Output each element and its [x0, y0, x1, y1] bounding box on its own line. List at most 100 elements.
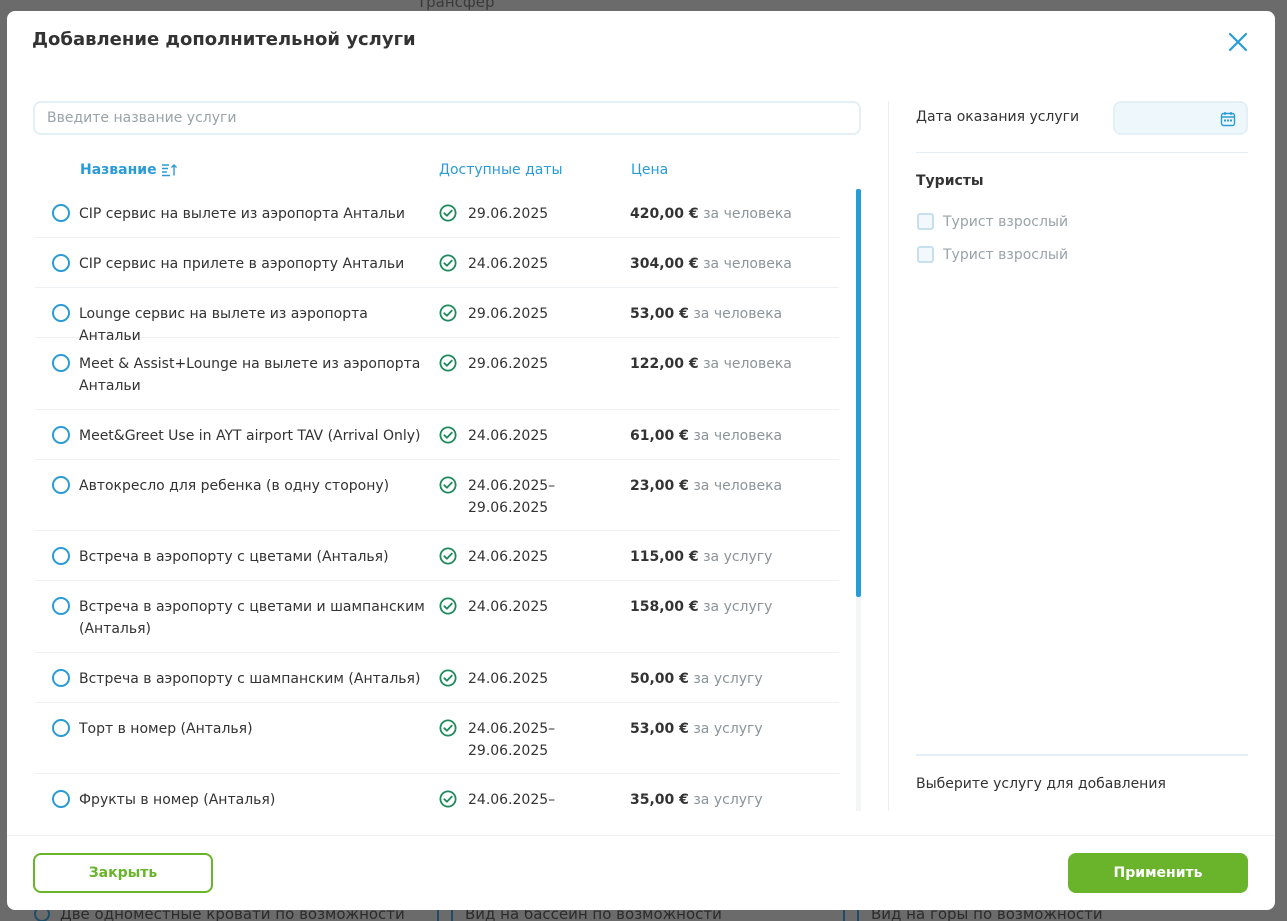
price-unit: за услугу	[693, 721, 763, 737]
service-row[interactable]: Lounge сервис на вылете из аэропорта Ант…	[35, 288, 839, 344]
service-name: Встреча в аэропорту с шампанским (Анталь…	[79, 671, 421, 687]
radio-icon[interactable]	[52, 790, 70, 808]
services-list[interactable]: CIP сервис на вылете из аэропорта Анталь…	[35, 188, 839, 811]
service-dates: 29.06.2025	[468, 356, 549, 372]
price-value: 115,00 €	[630, 549, 699, 565]
service-row[interactable]: CIP сервис на прилете в аэропорту Анталь…	[35, 238, 839, 288]
column-header-name[interactable]: Название	[80, 162, 177, 178]
right-separator-bottom	[916, 754, 1248, 756]
column-header-dates: Доступные даты	[439, 162, 563, 178]
tourist-checkbox-2[interactable]: Турист взрослый	[917, 246, 1068, 263]
price-value: 35,00 €	[630, 792, 689, 808]
tourists-title: Туристы	[916, 173, 984, 189]
tourist-label-1: Турист взрослый	[943, 213, 1069, 230]
modal-title: Добавление дополнительной услуги	[32, 29, 416, 50]
price-value: 61,00 €	[630, 428, 689, 444]
service-name: Торт в номер (Анталья)	[79, 721, 253, 737]
service-row[interactable]: Автокресло для ребенка (в одну сторону) 2…	[35, 460, 839, 531]
radio-icon[interactable]	[52, 597, 70, 615]
close-icon[interactable]	[1227, 31, 1249, 53]
radio-icon[interactable]	[52, 669, 70, 687]
service-row[interactable]: CIP сервис на вылете из аэропорта Анталь…	[35, 188, 839, 238]
radio-icon[interactable]	[52, 254, 70, 272]
column-header-price: Цена	[631, 162, 669, 178]
scrollbar-thumb[interactable]	[856, 189, 861, 597]
check-circle-icon	[439, 476, 457, 494]
price-value: 304,00 €	[630, 256, 699, 272]
service-price: 53,00 € за человека	[630, 303, 782, 325]
price-value: 158,00 €	[630, 599, 699, 615]
footer-separator	[7, 835, 1275, 836]
price-value: 53,00 €	[630, 721, 689, 737]
service-price: 35,00 € за услугу	[630, 789, 763, 811]
checkbox-icon[interactable]	[917, 246, 934, 263]
check-circle-icon	[439, 790, 457, 808]
price-value: 122,00 €	[630, 356, 699, 372]
radio-icon[interactable]	[52, 426, 70, 444]
service-name: Фрукты в номер (Анталья)	[79, 792, 276, 808]
service-name: Автокресло для ребенка (в одну сторону)	[79, 478, 390, 494]
check-circle-icon	[439, 254, 457, 272]
service-row[interactable]: Встреча в аэропорту с цветами и шампанск…	[35, 581, 839, 653]
service-price: 115,00 € за услугу	[630, 546, 772, 568]
check-circle-icon	[439, 204, 457, 222]
service-dates: 24.06.2025	[468, 256, 549, 272]
radio-icon[interactable]	[52, 476, 70, 494]
service-date-picker[interactable]	[1113, 101, 1248, 135]
service-name: Встреча в аэропорту с цветами (Анталья)	[79, 549, 389, 565]
service-search-input[interactable]	[33, 101, 861, 135]
apply-button[interactable]: Применить	[1068, 853, 1248, 893]
checkbox-icon[interactable]	[917, 213, 934, 230]
price-unit: за человека	[703, 206, 792, 222]
check-circle-icon	[439, 547, 457, 565]
service-name: Встреча в аэропорту с цветами и шампанск…	[79, 599, 425, 637]
service-date-label: Дата оказания услуги	[916, 109, 1080, 125]
radio-icon[interactable]	[52, 204, 70, 222]
tourist-checkbox-1[interactable]: Турист взрослый	[917, 213, 1068, 230]
price-unit: за человека	[703, 356, 792, 372]
check-circle-icon	[439, 354, 457, 372]
check-circle-icon	[439, 669, 457, 687]
price-value: 420,00 €	[630, 206, 699, 222]
service-row[interactable]: Торт в номер (Анталья) 24.06.2025–29.06.2…	[35, 703, 839, 774]
radio-icon[interactable]	[52, 304, 70, 322]
price-unit: за человека	[693, 428, 783, 444]
service-price: 53,00 € за услугу	[630, 718, 763, 740]
service-price: 50,00 € за услугу	[630, 668, 763, 690]
price-unit: за человека	[703, 256, 792, 272]
service-row[interactable]: Фрукты в номер (Анталья) 24.06.2025– 35,00…	[35, 774, 839, 811]
service-dates: 24.06.2025–29.06.2025	[468, 721, 556, 759]
check-circle-icon	[439, 426, 457, 444]
service-price: 304,00 € за человека	[630, 253, 792, 275]
calendar-icon	[1220, 112, 1236, 127]
service-price: 122,00 € за человека	[630, 353, 792, 375]
sort-icon[interactable]	[161, 163, 177, 177]
service-price: 23,00 € за человека	[630, 475, 782, 497]
service-name: Meet&Greet Use in AYT airport TAV (Arriv…	[79, 428, 421, 444]
radio-icon[interactable]	[52, 547, 70, 565]
price-unit: за услугу	[703, 549, 773, 565]
add-service-modal: Добавление дополнительной услуги Названи…	[7, 11, 1275, 910]
service-price: 61,00 € за человека	[630, 425, 782, 447]
price-unit: за услугу	[703, 599, 773, 615]
radio-icon[interactable]	[52, 354, 70, 372]
service-name: CIP сервис на вылете из аэропорта Анталь…	[79, 206, 406, 222]
price-unit: за услугу	[693, 671, 763, 687]
column-header-name-label: Название	[80, 162, 157, 178]
check-circle-icon	[439, 597, 457, 615]
service-row[interactable]: Встреча в аэропорту с цветами (Анталья) 2…	[35, 531, 839, 581]
service-dates: 24.06.2025	[468, 428, 549, 444]
select-service-hint: Выберите услугу для добавления	[916, 776, 1166, 792]
check-circle-icon	[439, 304, 457, 322]
service-price: 158,00 € за услугу	[630, 596, 772, 618]
price-value: 23,00 €	[630, 478, 689, 494]
close-button[interactable]: Закрыть	[33, 853, 213, 893]
radio-icon[interactable]	[52, 719, 70, 737]
service-row[interactable]: Встреча в аэропорту с шампанским (Анталь…	[35, 653, 839, 703]
service-price: 420,00 € за человека	[630, 203, 792, 225]
service-row[interactable]: Meet & Assist+Lounge на вылете из аэропо…	[35, 338, 839, 410]
service-row[interactable]: Meet&Greet Use in AYT airport TAV (Arriv…	[35, 410, 839, 460]
tourist-label-2: Турист взрослый	[943, 246, 1069, 263]
service-dates: 29.06.2025	[468, 306, 549, 322]
price-unit: за услугу	[693, 792, 763, 808]
